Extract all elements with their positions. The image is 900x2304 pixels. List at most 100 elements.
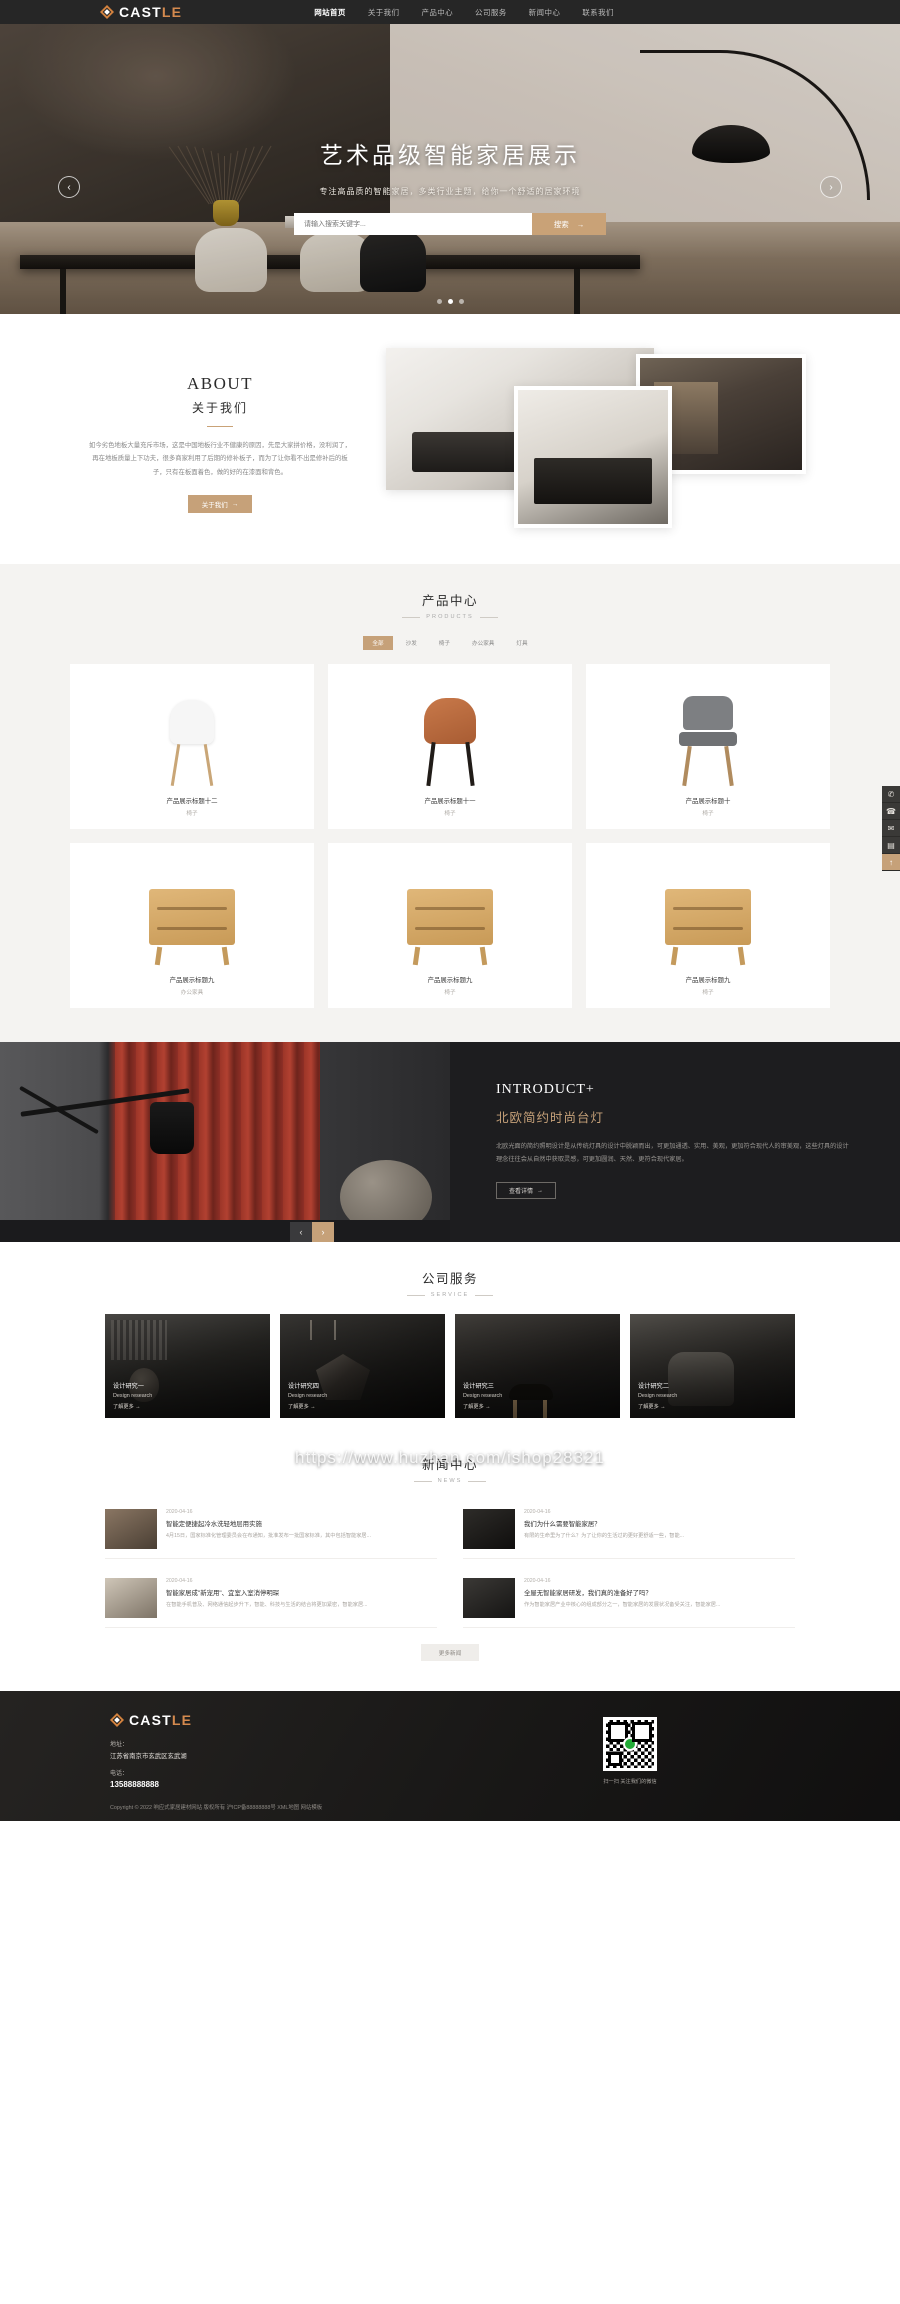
services-grid: 设计研究一 Design research 了解更多 → 设计研究四 Desig… bbox=[105, 1314, 795, 1418]
news-item[interactable]: 2020-04-16 智能家居成"新宠用"、宜室入室消停明琛 在智能手机普及、网… bbox=[105, 1569, 437, 1628]
news-item-desc: 作为智能家居产业中核心的组成部分之一，智能家居的发展状况备受关注，智能家居... bbox=[524, 1602, 721, 1608]
chair-leather-icon bbox=[420, 694, 480, 787]
product-card[interactable]: 产品展示标题九 椅子 bbox=[328, 843, 572, 1008]
about-image-collage bbox=[386, 348, 806, 528]
services-subtitle: SERVICE bbox=[0, 1292, 900, 1298]
tab-office[interactable]: 办公家具 bbox=[463, 636, 503, 650]
qq-icon[interactable]: ✆ bbox=[882, 786, 900, 803]
tab-lamp[interactable]: 灯具 bbox=[507, 636, 536, 650]
search-button[interactable]: 搜索 → bbox=[532, 213, 606, 235]
news-item-desc: 4月15日，国家标准化管理委员会在布通知，批准发布一批国家标准，其中包括智能家居… bbox=[166, 1533, 371, 1539]
service-more-link[interactable]: 了解更多 → bbox=[463, 1403, 502, 1410]
news-heading: 新闻中心 NEWS bbox=[0, 1454, 900, 1484]
products-section: 产品中心 PRODUCTS 全部 沙发 椅子 办公家具 灯具 产品展示标题十二 … bbox=[0, 564, 900, 1042]
product-category: 椅子 bbox=[444, 811, 456, 817]
chair-white-icon bbox=[164, 694, 220, 786]
footer-logo-text-white: CAST bbox=[129, 1712, 172, 1728]
product-image bbox=[338, 857, 562, 966]
tab-sofa[interactable]: 沙发 bbox=[397, 636, 426, 650]
introduct-prev-button[interactable]: ‹ bbox=[290, 1222, 312, 1242]
cabinet-icon bbox=[665, 889, 751, 966]
news-item[interactable]: 2020-04-16 我们为什么需要智能家居？ 有限的生命里为了什么？为了让你的… bbox=[463, 1500, 795, 1559]
footer-logo[interactable]: CASTLE bbox=[110, 1713, 430, 1727]
nav-item-news[interactable]: 新闻中心 bbox=[529, 3, 561, 22]
tab-chair[interactable]: 椅子 bbox=[430, 636, 459, 650]
about-more-button[interactable]: 关于我们 → bbox=[188, 495, 252, 514]
service-name: 设计研究三 bbox=[463, 1383, 494, 1390]
news-thumbnail bbox=[463, 1578, 515, 1618]
message-icon[interactable]: ✉ bbox=[882, 820, 900, 837]
service-card[interactable]: 设计研究一 Design research 了解更多 → bbox=[105, 1314, 270, 1418]
nav-item-home[interactable]: 网站首页 bbox=[314, 3, 346, 22]
qrcode-caption: 扫一扫 关注我们的微信 bbox=[603, 1779, 657, 1785]
introduct-description: 北欧光面的简约照明设计是从传统灯具的设计中脱颖而出，可更加通透、实用、美观，更加… bbox=[496, 1143, 849, 1164]
introduct-title-cn: 北欧简约时尚台灯 bbox=[496, 1111, 605, 1125]
news-grid: 2020-04-16 智能定便捷起冷水洗轻地层用实施 4月15日，国家标准化管理… bbox=[105, 1500, 795, 1628]
service-text: 设计研究一 Design research 了解更多 → bbox=[113, 1381, 152, 1410]
phone-icon[interactable]: ☎ bbox=[882, 803, 900, 820]
arrow-right-icon: → bbox=[537, 1187, 543, 1194]
nav-item-services[interactable]: 公司服务 bbox=[475, 3, 507, 22]
hero-dot-active[interactable] bbox=[447, 299, 453, 304]
product-name: 产品展示标题九 bbox=[685, 977, 731, 984]
services-title: 公司服务 bbox=[421, 1272, 478, 1286]
tab-all[interactable]: 全部 bbox=[363, 636, 393, 650]
about-divider bbox=[207, 426, 233, 427]
news-thumbnail bbox=[105, 1578, 157, 1618]
service-card[interactable]: 设计研究二 Design research 了解更多 → bbox=[630, 1314, 795, 1418]
product-name: 产品展示标题十 bbox=[685, 798, 731, 805]
logo-wordmark: CASTLE bbox=[119, 5, 182, 19]
hero-dot[interactable] bbox=[458, 299, 464, 304]
product-category: 办公家具 bbox=[180, 990, 204, 996]
service-more-link[interactable]: 了解更多 → bbox=[113, 1403, 152, 1410]
news-item-desc: 在智能手机普及、网络通信起步升下，智能、科技与生活的结合将更加紧密，智能家居..… bbox=[166, 1602, 368, 1608]
product-card[interactable]: 产品展示标题十一 椅子 bbox=[328, 664, 572, 829]
footer-copyright: Copyright © 2022 响应式家居建材网站 版权所有 沪ICP备888… bbox=[110, 1805, 323, 1811]
footer-tel-value: 13588888888 bbox=[110, 1780, 159, 1789]
about-description: 如今劣色地板大量充斥市场，这是中国地板行业不健康的原因，先是大家拼价格，没利润了… bbox=[88, 442, 351, 476]
service-name: 设计研究一 bbox=[113, 1383, 144, 1390]
service-card[interactable]: 设计研究四 Design research 了解更多 → bbox=[280, 1314, 445, 1418]
product-image bbox=[596, 678, 820, 787]
introduct-detail-button[interactable]: 查看详情 → bbox=[496, 1182, 556, 1200]
footer-contact: CASTLE 地址： 江苏省南京市玄武区玄武湖 电话： 13588888888 bbox=[70, 1713, 430, 1789]
site-logo[interactable]: CASTLE bbox=[100, 5, 182, 19]
news-item-desc: 有限的生命里为了什么？为了让你的生活过的更好更舒适一些，智能... bbox=[524, 1533, 684, 1539]
about-title-cn: 关于我们 bbox=[191, 401, 248, 415]
service-more-link[interactable]: 了解更多 → bbox=[288, 1403, 327, 1410]
back-to-top-icon[interactable]: ↑ bbox=[882, 854, 900, 871]
news-section: 新闻中心 NEWS 2020-04-16 智能定便捷起冷水洗轻地层用实施 4月1… bbox=[0, 1448, 900, 1691]
hero-prev-button[interactable]: ‹ bbox=[58, 176, 80, 198]
news-item-title: 智能家居成"新宠用"、宜室入室消停明琛 bbox=[166, 1590, 280, 1597]
service-more-link[interactable]: 了解更多 → bbox=[638, 1403, 677, 1410]
hero-dot[interactable] bbox=[436, 299, 442, 304]
product-category: 椅子 bbox=[444, 990, 456, 996]
diamond-logo-icon bbox=[110, 1713, 124, 1727]
cabinet-icon bbox=[407, 889, 493, 966]
site-footer: CASTLE 地址： 江苏省南京市玄武区玄武湖 电话： 13588888888 … bbox=[0, 1691, 900, 1821]
news-date: 2020-04-16 bbox=[166, 1578, 193, 1584]
qrcode-icon[interactable]: ▤ bbox=[882, 837, 900, 854]
service-name-en: Design research bbox=[463, 1393, 503, 1399]
news-more-button[interactable]: 更多新闻 bbox=[421, 1644, 479, 1661]
about-row: ABOUT 关于我们 如今劣色地板大量充斥市场，这是中国地板行业不健康的原因，先… bbox=[70, 348, 830, 528]
search-input[interactable] bbox=[294, 213, 532, 235]
product-card[interactable]: 产品展示标题九 椅子 bbox=[586, 843, 830, 1008]
hero-subtitle: 专注高品质的智能家居，多类行业主题，给你一个舒适的居家环境 bbox=[319, 187, 581, 196]
news-item[interactable]: 2020-04-16 全屋无智能家居研发，我们真的准备好了吗？ 作为智能家居产业… bbox=[463, 1569, 795, 1628]
news-item[interactable]: 2020-04-16 智能定便捷起冷水洗轻地层用实施 4月15日，国家标准化管理… bbox=[105, 1500, 437, 1559]
nav-item-products[interactable]: 产品中心 bbox=[421, 3, 453, 22]
hero-next-button[interactable]: › bbox=[820, 176, 842, 198]
introduct-text: INTRODUCT+ 北欧简约时尚台灯 北欧光面的简约照明设计是从传统灯具的设计… bbox=[450, 1042, 900, 1242]
introduct-next-button[interactable]: › bbox=[312, 1222, 334, 1242]
about-title-en: ABOUT bbox=[186, 374, 254, 393]
nav-item-contact[interactable]: 联系我们 bbox=[582, 3, 614, 22]
qrcode-pattern bbox=[606, 1720, 654, 1768]
product-card[interactable]: 产品展示标题十二 椅子 bbox=[70, 664, 314, 829]
service-card[interactable]: 设计研究三 Design research 了解更多 → bbox=[455, 1314, 620, 1418]
product-card[interactable]: 产品展示标题九 办公家具 bbox=[70, 843, 314, 1008]
hero-title: 艺术品级智能家居展示 bbox=[320, 142, 580, 168]
product-card[interactable]: 产品展示标题十 椅子 bbox=[586, 664, 830, 829]
product-category-tabs: 全部 沙发 椅子 办公家具 灯具 bbox=[0, 636, 900, 650]
nav-item-about[interactable]: 关于我们 bbox=[368, 3, 400, 22]
